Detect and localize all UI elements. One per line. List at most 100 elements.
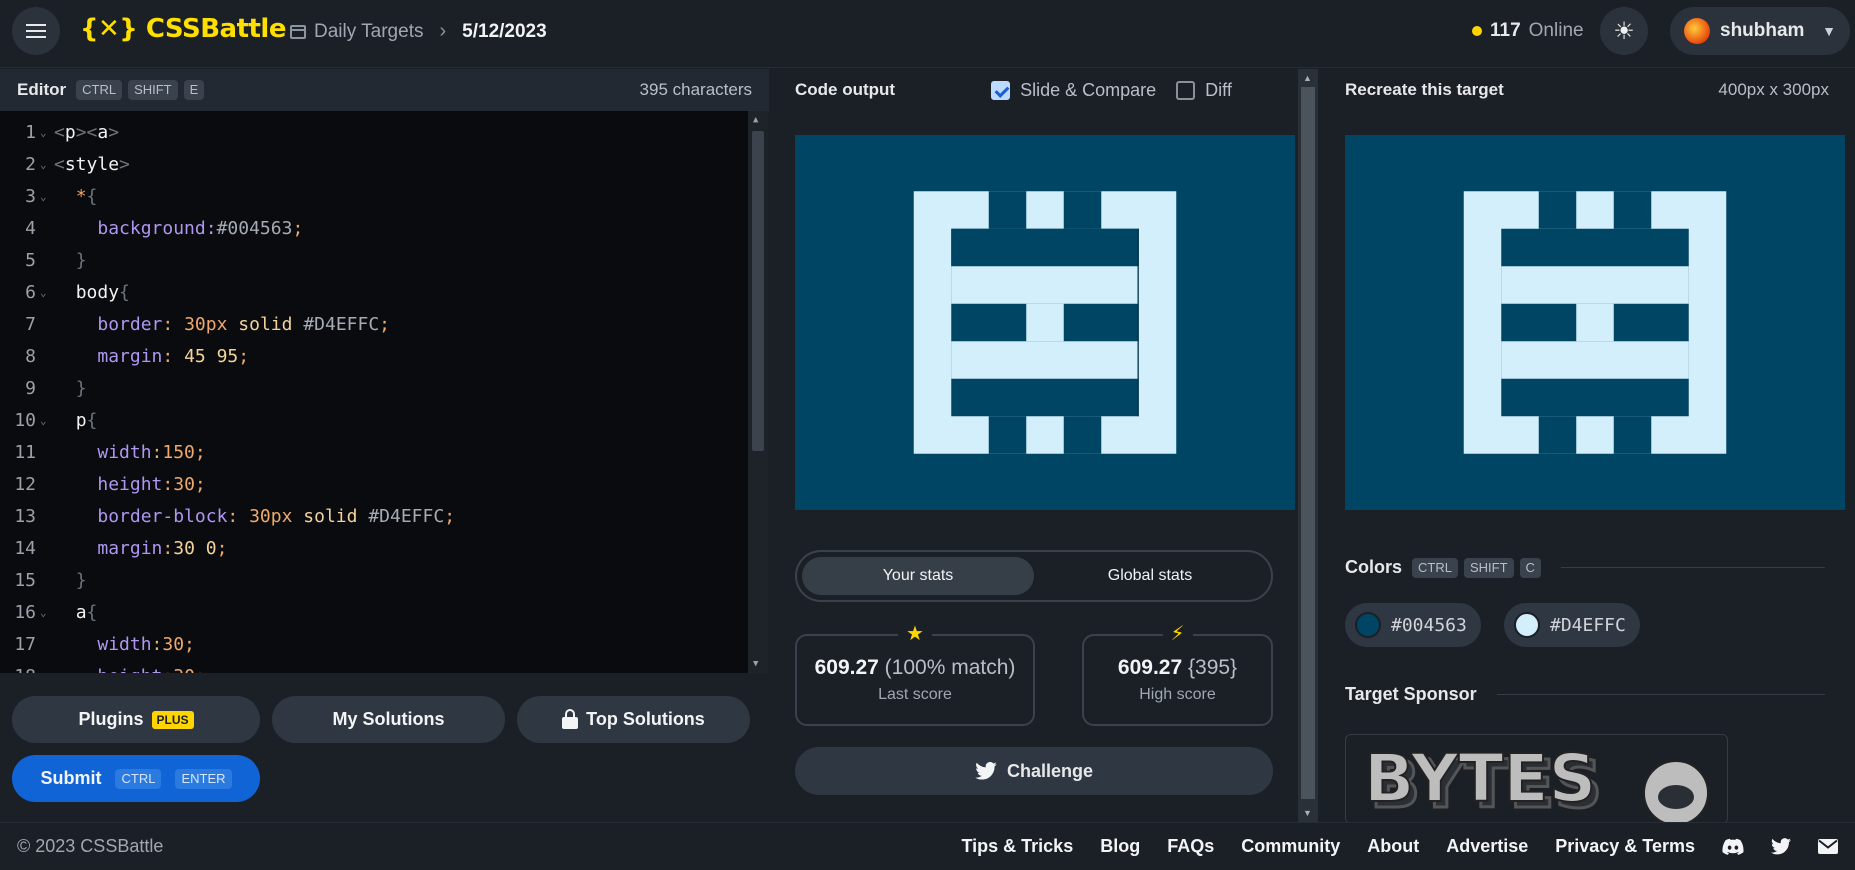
tab-global-stats[interactable]: Global stats — [1034, 557, 1266, 595]
diff-checkbox[interactable] — [1176, 80, 1196, 100]
code-line[interactable]: 4 background:#004563; — [0, 213, 768, 245]
shortcut-key: CTRL — [1412, 557, 1458, 578]
footer-link-faqs[interactable]: FAQs — [1167, 836, 1214, 857]
chevron-right-icon: › — [439, 20, 447, 42]
breadcrumb-section[interactable]: Daily Targets — [314, 21, 423, 43]
code-line[interactable]: 17 width:30; — [0, 629, 768, 661]
footer-link-tips[interactable]: Tips & Tricks — [961, 836, 1073, 857]
code-line[interactable]: 13 border-block: 30px solid #D4EFFC; — [0, 501, 768, 533]
footer-link-about[interactable]: About — [1367, 836, 1419, 857]
challenge-button[interactable]: Challenge — [795, 747, 1273, 795]
code-text: body{ — [75, 282, 130, 303]
user-menu-button[interactable]: shubham ▼ — [1670, 7, 1850, 55]
code-line[interactable]: 15 } — [0, 565, 768, 597]
sponsor-title: Target Sponsor — [1345, 684, 1477, 704]
menu-button[interactable] — [12, 7, 60, 55]
fold-chevron-icon[interactable]: ⌄ — [36, 597, 54, 629]
code-line[interactable]: 9 } — [0, 373, 768, 405]
discord-icon[interactable] — [1722, 838, 1744, 856]
mail-icon[interactable] — [1818, 839, 1838, 854]
code-line[interactable]: 3 ⌄ *{ — [0, 181, 768, 213]
diff-label: Diff — [1205, 79, 1232, 100]
target-header: Recreate this target 400px x 300px — [1319, 69, 1855, 111]
code-text: background:#004563; — [97, 218, 304, 239]
theme-toggle-button[interactable]: ☀ — [1600, 7, 1648, 55]
top-solutions-button[interactable]: Top Solutions — [517, 696, 750, 743]
last-score-label: Last score — [878, 686, 952, 703]
footer: © 2023 CSSBattle Tips & Tricks Blog FAQs… — [0, 822, 1855, 870]
slide-compare-checkbox[interactable] — [991, 80, 1011, 100]
fold-chevron-icon[interactable]: ⌄ — [36, 117, 54, 149]
preview-bar — [951, 266, 1139, 304]
sponsor-banner[interactable]: BYTES BYTES — [1345, 734, 1728, 824]
code-line[interactable]: 10 ⌄ p{ — [0, 405, 768, 437]
output-title: Code output — [795, 80, 896, 99]
footer-link-privacy[interactable]: Privacy & Terms — [1555, 836, 1695, 857]
output-scrollbar[interactable]: ▲ ▼ — [1298, 69, 1318, 822]
color-hex: #004563 — [1391, 614, 1467, 636]
divider — [1560, 567, 1825, 568]
scroll-thumb[interactable] — [752, 131, 764, 451]
line-number: 14 — [14, 538, 36, 559]
fold-chevron-icon[interactable]: ⌄ — [36, 149, 54, 181]
line-number: 9 — [25, 378, 36, 399]
fold-chevron-icon[interactable]: ⌄ — [36, 181, 54, 213]
plus-badge: PLUS — [151, 710, 194, 729]
chevron-down-icon: ▼ — [1822, 23, 1836, 39]
slide-compare-toggle[interactable]: Slide & Compare — [991, 80, 1156, 101]
editor-scrollbar[interactable]: ▲ ▼ — [748, 111, 768, 673]
online-dot-icon — [1472, 26, 1482, 36]
code-line[interactable]: 6 ⌄ body{ — [0, 277, 768, 309]
breadcrumb: Daily Targets › 5/12/2023 — [290, 20, 547, 43]
tab-your-stats[interactable]: Your stats — [802, 557, 1034, 595]
target-notch — [1538, 416, 1577, 454]
line-number: 3 — [25, 186, 36, 207]
scroll-up-icon[interactable]: ▲ — [753, 115, 758, 125]
code-line[interactable]: 12 height:30; — [0, 469, 768, 501]
line-number: 13 — [14, 506, 36, 527]
color-swatch[interactable]: #004563 — [1345, 603, 1481, 647]
code-line[interactable]: 16 ⌄ a{ — [0, 597, 768, 629]
footer-link-blog[interactable]: Blog — [1100, 836, 1140, 857]
scroll-up-icon[interactable]: ▲ — [1303, 73, 1312, 83]
code-line[interactable]: 8 margin: 45 95; — [0, 341, 768, 373]
code-line[interactable]: 1 ⌄ <p><a> — [0, 117, 768, 149]
footer-link-advertise[interactable]: Advertise — [1446, 836, 1528, 857]
code-line[interactable]: 2 ⌄ <style> — [0, 149, 768, 181]
target-image[interactable] — [1345, 135, 1845, 510]
sponsor-mascot-mouth — [1658, 785, 1694, 809]
scroll-down-icon[interactable]: ▼ — [1303, 808, 1312, 818]
fold-chevron-icon[interactable]: ⌄ — [36, 277, 54, 309]
scroll-down-icon[interactable]: ▼ — [753, 659, 758, 669]
code-text: a{ — [75, 602, 98, 623]
sponsor-logo: BYTES BYTES — [1363, 739, 1709, 823]
color-hex: #D4EFFC — [1550, 614, 1626, 636]
scroll-thumb[interactable] — [1301, 87, 1315, 799]
plugins-button[interactable]: Plugins PLUS — [12, 696, 260, 743]
code-line[interactable]: 18 height:30; — [0, 661, 768, 673]
line-number: 15 — [14, 570, 36, 591]
color-swatch[interactable]: #D4EFFC — [1504, 603, 1640, 647]
calendar-icon — [290, 24, 306, 39]
submit-button[interactable]: Submit CTRL ENTER — [12, 755, 260, 802]
output-preview[interactable] — [795, 135, 1295, 510]
hamburger-icon — [26, 30, 46, 32]
footer-link-community[interactable]: Community — [1241, 836, 1340, 857]
code-line[interactable]: 5 } — [0, 245, 768, 277]
code-text: height:30; — [54, 661, 205, 673]
code-line[interactable]: 7 border: 30px solid #D4EFFC; — [0, 309, 768, 341]
diff-toggle[interactable]: Diff — [1176, 80, 1232, 101]
twitter-icon[interactable] — [1771, 838, 1791, 855]
fold-chevron-icon[interactable]: ⌄ — [36, 405, 54, 437]
my-solutions-button[interactable]: My Solutions — [272, 696, 505, 743]
shortcut-key: SHIFT — [1463, 557, 1514, 578]
code-text: *{ — [75, 186, 98, 207]
code-editor[interactable]: 1 ⌄ <p><a> 2 ⌄ <style> 3 ⌄ *{4 background:#0045… — [0, 111, 768, 673]
code-line[interactable]: 11 width:150; — [0, 437, 768, 469]
star-icon: ★ — [898, 621, 932, 646]
code-line[interactable]: 14 margin:30 0; — [0, 533, 768, 565]
logo[interactable]: {✕} CSSBattle — [80, 14, 286, 46]
copyright: © 2023 CSSBattle — [17, 836, 164, 856]
